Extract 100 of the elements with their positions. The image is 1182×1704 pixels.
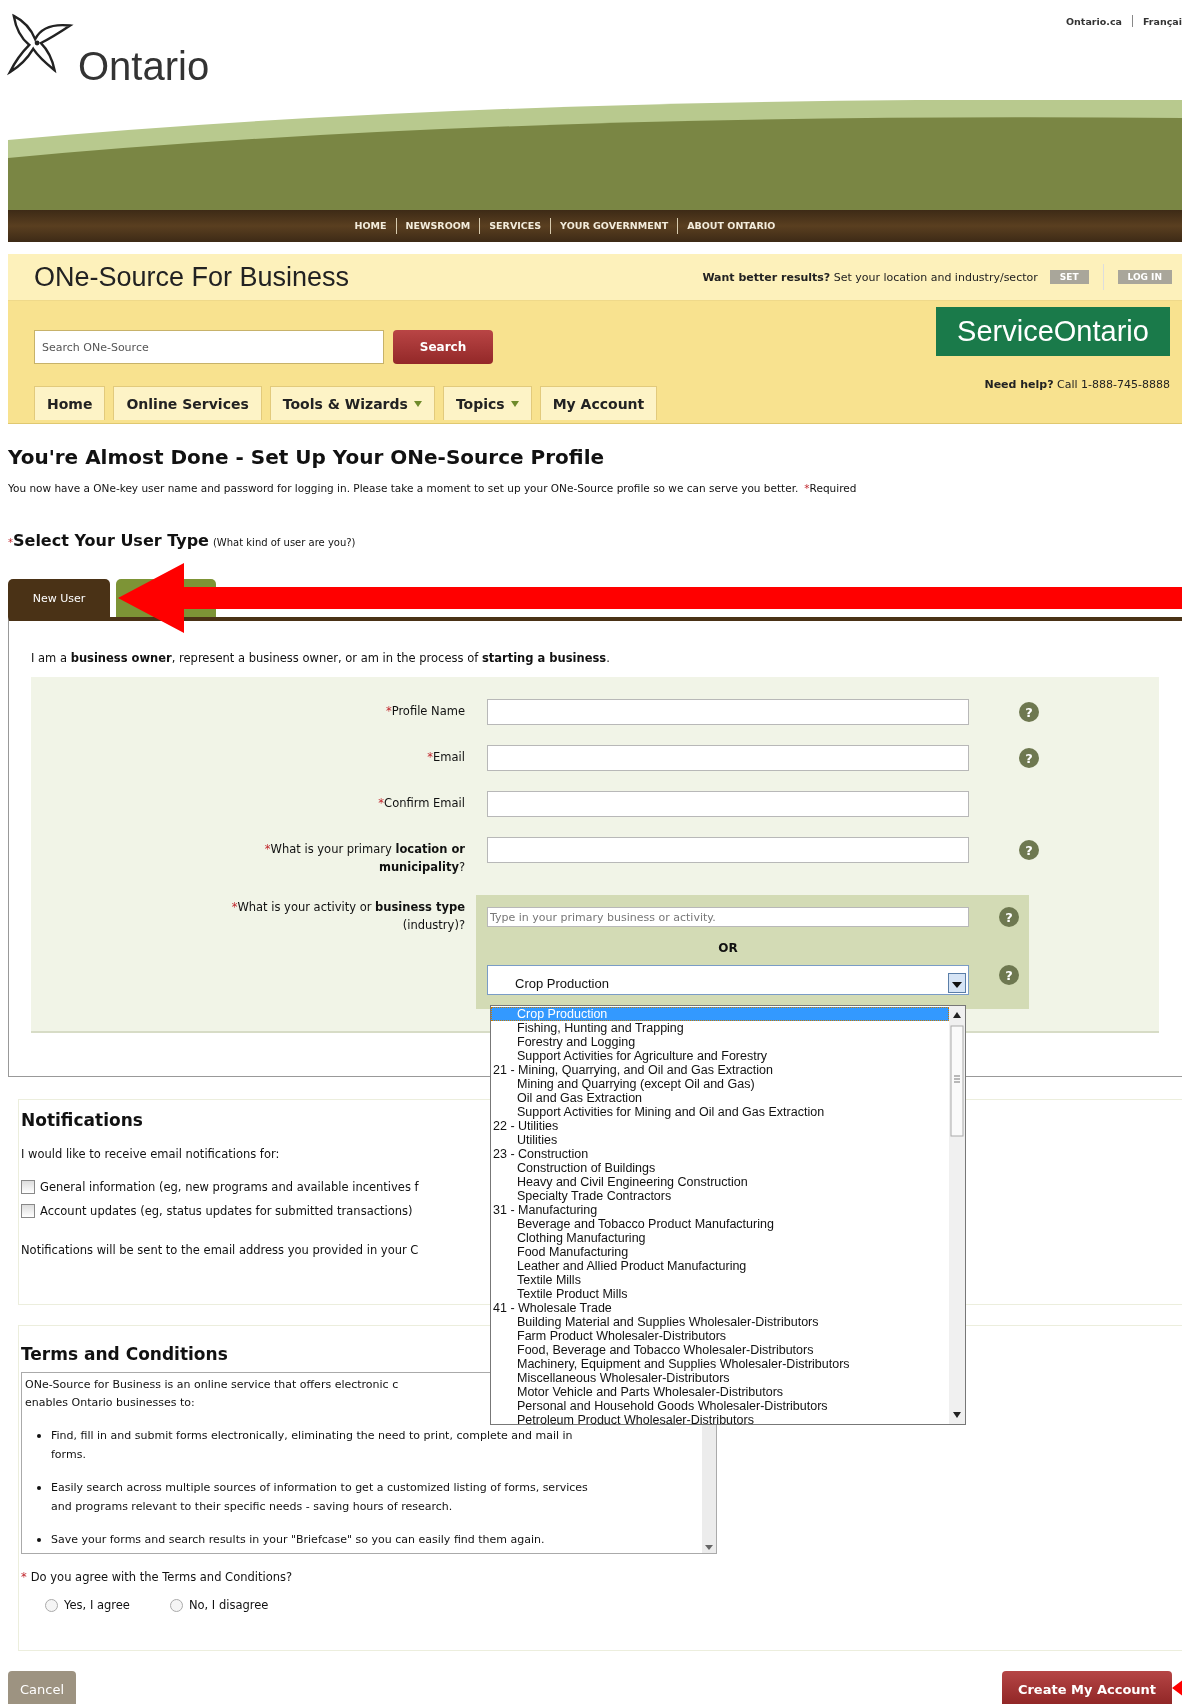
terms-bullet-text: Find, fill in and submit forms electronically, eliminating the need to print, complete and mail in forms. xyxy=(51,1428,574,1463)
dropdown-option[interactable]: Oil and Gas Extraction xyxy=(491,1091,949,1105)
required-mark: * xyxy=(21,1570,27,1584)
notifications-note: Notifications will be sent to the email address you provided in your C xyxy=(21,1243,419,1257)
required-note: *Required xyxy=(804,482,857,494)
results-text: Want better results? Set your location and industry/sector xyxy=(702,270,1038,284)
radio-button[interactable] xyxy=(45,1598,58,1612)
terms-bullet-text: Easily search across multiple sources of information to get a customized listing of forms, services and programs relevant to their specific needs - saving hours of research. xyxy=(51,1480,589,1515)
field-label: *Confirm Email xyxy=(378,795,465,812)
menu-tab[interactable]: Tools & Wizards xyxy=(269,386,435,420)
dropdown-option[interactable]: Food Manufacturing xyxy=(491,1245,949,1259)
or-text: OR xyxy=(718,941,739,955)
nav-link[interactable]: YOUR GOVERNMENT xyxy=(550,218,678,234)
nav-link[interactable]: ABOUT ONTARIO xyxy=(677,218,785,234)
dropdown-option[interactable]: Fishing, Hunting and Trapping xyxy=(491,1021,949,1035)
dropdown-option[interactable]: 23 - Construction xyxy=(491,1147,949,1161)
terms-text: enables Ontario businesses to: xyxy=(25,1395,195,1411)
menu-tab[interactable]: Topics xyxy=(442,386,532,420)
dropdown-option[interactable]: Textile Mills xyxy=(491,1273,949,1287)
site-link[interactable]: Ontario.ca xyxy=(1066,15,1122,27)
help-line: Need help? Call 1-888-745-8888 xyxy=(984,378,1170,391)
search-field[interactable]: Search ONe-Source xyxy=(34,330,384,364)
checkbox[interactable] xyxy=(21,1204,35,1218)
help-button[interactable]: ? xyxy=(1019,702,1039,722)
dropdown-option[interactable]: Petroleum Product Wholesaler-Distributors xyxy=(491,1413,949,1427)
dropdown-option[interactable]: 22 - Utilities xyxy=(491,1119,949,1133)
input-field[interactable] xyxy=(487,837,969,863)
notifications-intro: I would like to receive email notifications for: xyxy=(21,1147,280,1161)
section-title: Select Your User Type xyxy=(13,531,209,550)
dropdown-option[interactable]: Mining and Quarrying (except Oil and Gas) xyxy=(491,1077,949,1091)
checkbox-label[interactable]: Account updates (eg, status updates for submitted transactions) xyxy=(40,1204,413,1218)
nav-link[interactable]: SERVICES xyxy=(479,218,551,234)
nav-link[interactable]: HOME xyxy=(345,218,396,234)
dropdown-option[interactable]: Farm Product Wholesaler-Distributors xyxy=(491,1329,949,1343)
dropdown-option[interactable]: Construction of Buildings xyxy=(491,1161,949,1175)
help-button[interactable]: ? xyxy=(999,907,1019,927)
dropdown-option[interactable]: Specialty Trade Contractors xyxy=(491,1189,949,1203)
checkbox-label[interactable]: General information (eg, new programs and available incentives f xyxy=(40,1180,419,1194)
site-title: ONe-Source For Business xyxy=(34,261,350,293)
dropdown-option[interactable]: 21 - Mining, Quarrying, and Oil and Gas Extraction xyxy=(491,1063,949,1077)
field-label: *Profile Name xyxy=(385,703,465,720)
dropdown-option[interactable]: Machinery, Equipment and Supplies Wholesaler-Distributors xyxy=(491,1357,949,1371)
radio-button[interactable] xyxy=(169,1598,183,1612)
site-link[interactable]: Françai xyxy=(1142,15,1182,27)
dropdown-option[interactable]: Miscellaneous Wholesaler-Distributors xyxy=(491,1371,949,1385)
logo-text: Ontario xyxy=(78,46,210,86)
input-field[interactable] xyxy=(487,699,969,725)
dropdown-option[interactable]: 41 - Wholesale Trade xyxy=(491,1301,949,1315)
dropdown-option[interactable]: 31 - Manufacturing xyxy=(491,1203,949,1217)
search-button[interactable]: Search xyxy=(393,330,493,364)
section-hint: (What kind of user are you?) xyxy=(212,537,356,548)
page-title: You're Almost Done - Set Up Your ONe-Source Profile xyxy=(8,444,606,470)
pointer-arrow xyxy=(1172,1679,1182,1697)
dropdown-option[interactable]: Heavy and Civil Engineering Construction xyxy=(491,1175,949,1189)
radio-label[interactable]: No, I disagree xyxy=(188,1598,269,1612)
create-account-button[interactable]: Create My Account xyxy=(1002,1671,1172,1704)
brand-badge[interactable]: ServiceOntario xyxy=(936,307,1170,356)
caret-icon xyxy=(510,399,519,408)
terms-question: Do you agree with the Terms and Conditions? xyxy=(30,1570,293,1584)
terms-bullet-text: Save your forms and search results in your "Briefcase" so you can easily find them again. xyxy=(51,1532,545,1548)
caret-icon xyxy=(413,399,422,408)
required-mark: * xyxy=(8,537,13,548)
radio-label[interactable]: Yes, I agree xyxy=(64,1598,130,1612)
dropdown-option[interactable]: Food, Beverage and Tobacco Wholesaler-Distributors xyxy=(491,1343,949,1357)
input-field[interactable] xyxy=(487,745,969,771)
menu-tab[interactable]: Home xyxy=(34,386,106,420)
section-title: Notifications xyxy=(21,1110,143,1130)
dropdown-option[interactable]: Utilities xyxy=(491,1133,949,1147)
section-title: Terms and Conditions xyxy=(21,1344,228,1364)
dropdown-option[interactable]: Support Activities for Mining and Oil and Gas Extraction xyxy=(491,1105,949,1119)
field-label: *What is your primary location or municipality? xyxy=(263,841,465,876)
input-field[interactable] xyxy=(487,791,969,817)
dropdown-option[interactable]: Building Material and Supplies Wholesaler-Distributors xyxy=(491,1315,949,1329)
field-label: *Email xyxy=(427,749,465,766)
terms-text: ONe-Source for Business is an online service that offers electronic c xyxy=(25,1377,399,1393)
dropdown-option[interactable]: Leather and Allied Product Manufacturing xyxy=(491,1259,949,1273)
help-button[interactable]: ? xyxy=(1019,840,1039,860)
dropdown-option[interactable]: Motor Vehicle and Parts Wholesaler-Distributors xyxy=(491,1385,949,1399)
help-button[interactable]: ? xyxy=(999,965,1019,985)
menu-tab[interactable]: Online Services xyxy=(113,386,262,420)
dropdown-option[interactable]: Personal and Household Goods Wholesaler-Distributors xyxy=(491,1399,949,1413)
user-type-tab[interactable]: New User xyxy=(8,579,110,617)
intro-text: I am a business owner, represent a business owner, or am in the process of starting a business. xyxy=(31,651,611,665)
checkbox[interactable] xyxy=(21,1180,35,1194)
help-button[interactable]: ? xyxy=(1019,748,1039,768)
dropdown-option[interactable]: Textile Product Mills xyxy=(491,1287,949,1301)
nav-link[interactable]: NEWSROOM xyxy=(395,218,480,234)
scrollbar[interactable] xyxy=(949,1006,965,1424)
dropdown-option[interactable]: Forestry and Logging xyxy=(491,1035,949,1049)
bullet-icon xyxy=(37,1486,41,1490)
dropdown-option[interactable]: Clothing Manufacturing xyxy=(491,1231,949,1245)
dropdown-option[interactable]: Support Activities for Agriculture and Forestry xyxy=(491,1049,949,1063)
bullet-icon xyxy=(37,1434,41,1438)
field-label: *What is your activity or business type (industry)? xyxy=(230,899,465,934)
menu-tab[interactable]: My Account xyxy=(539,386,658,420)
bullet-icon xyxy=(37,1538,41,1542)
industry-select[interactable]: Crop Production xyxy=(487,965,969,995)
page-description: You now have a ONe-key user name and password for logging in. Please take a moment to set up your ONe-Source profile so we can serve you better. xyxy=(8,482,799,494)
dropdown-option[interactable]: Beverage and Tobacco Product Manufacturing xyxy=(491,1217,949,1231)
input-field[interactable]: Type in your primary business or activity. xyxy=(487,907,969,927)
